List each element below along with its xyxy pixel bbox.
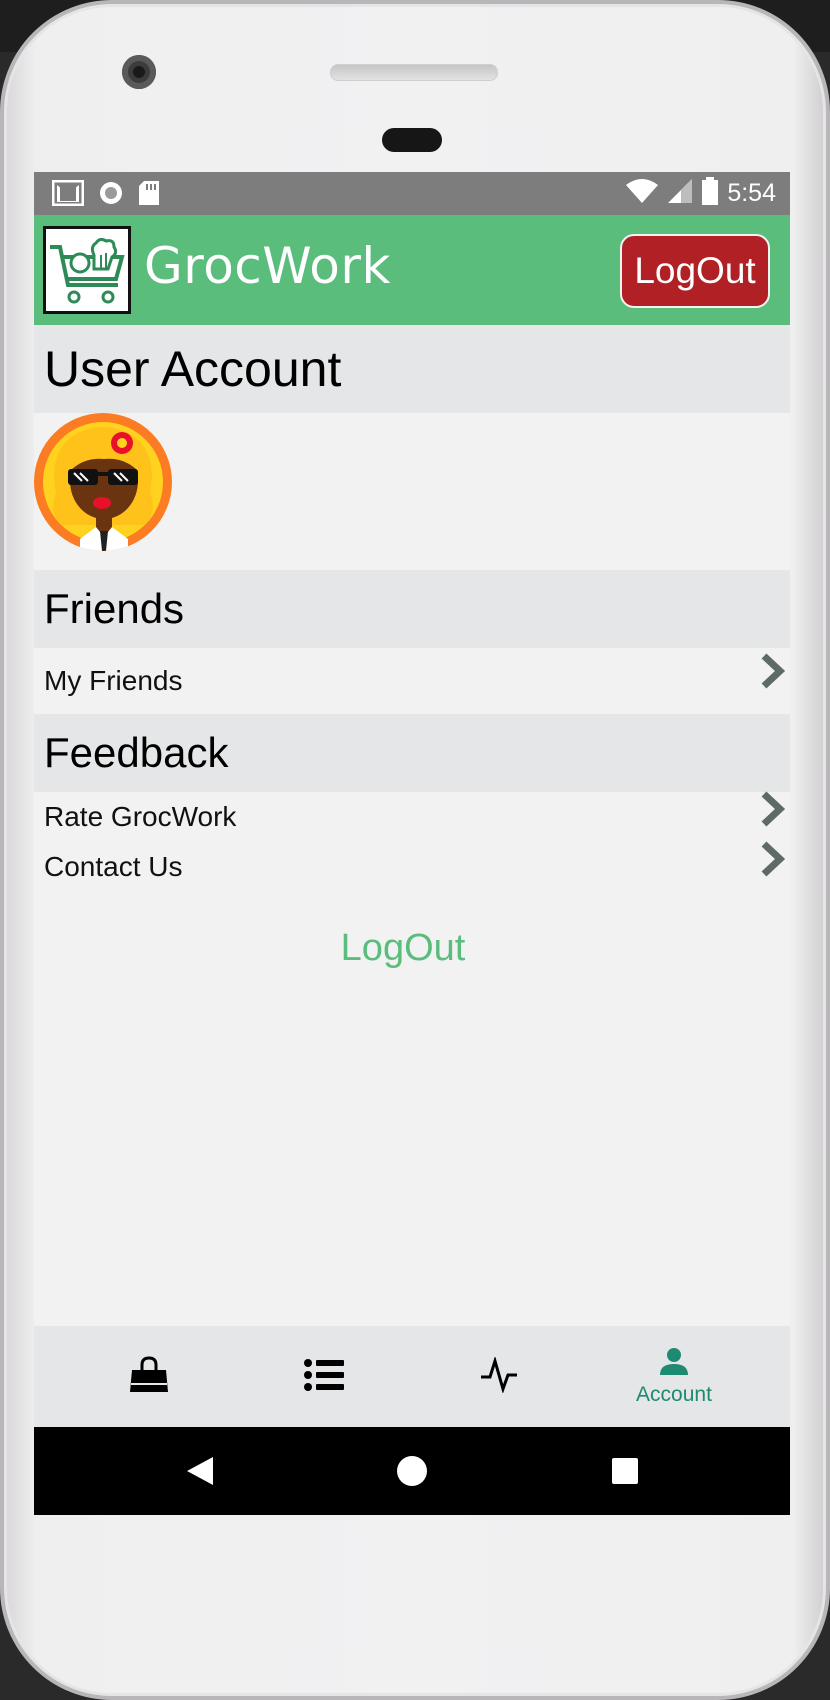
user-account-heading: User Account [34,325,790,413]
chevron-right-icon [758,840,786,894]
wifi-icon [625,178,659,208]
sd-card-icon [138,180,160,210]
avatar-section [34,413,790,570]
system-navigation-bar [34,1427,790,1515]
status-time: 5:54 [727,178,776,207]
nav-account[interactable]: Account [599,1326,749,1427]
nav-account-label: Account [636,1382,712,1406]
gmail-icon [51,179,85,210]
circle-icon [98,180,124,210]
bottom-navigation: Account [34,1326,790,1427]
battery-icon [701,177,719,209]
shopping-bag-icon [129,1355,169,1398]
my-friends-item[interactable]: My Friends [34,648,790,714]
chevron-right-icon [758,790,786,844]
earpiece-speaker [330,64,498,81]
logout-link[interactable]: LogOut [34,927,772,970]
rate-grocwork-item[interactable]: Rate GrocWork [34,790,790,844]
front-camera [122,55,156,89]
recents-icon[interactable] [585,1427,665,1515]
back-icon[interactable] [160,1427,240,1515]
nav-activity[interactable] [424,1326,574,1427]
contact-us-label: Contact Us [44,851,183,882]
logout-button[interactable]: LogOut [620,234,770,308]
person-icon [659,1347,689,1379]
cart-logo-icon [43,226,131,314]
chevron-right-icon [758,648,786,714]
home-icon[interactable] [372,1427,452,1515]
my-friends-label: My Friends [44,665,183,696]
friends-heading: Friends [34,570,790,648]
feedback-heading: Feedback [34,714,790,792]
status-bar: 5:54 [34,172,790,215]
rate-grocwork-label: Rate GrocWork [44,801,237,832]
list-icon [304,1358,344,1395]
app-bar: GrocWork LogOut [34,215,790,325]
app-screen: 5:54 GrocWork LogOut User Account Friend… [34,172,790,1515]
app-title: GrocWork [144,237,391,295]
activity-icon [480,1355,518,1397]
contact-us-item[interactable]: Contact Us [34,840,790,894]
avatar[interactable] [34,413,172,551]
nav-list[interactable] [249,1326,399,1427]
cell-signal-icon [667,178,693,208]
phone-frame: 5:54 GrocWork LogOut User Account Friend… [0,0,830,1700]
nav-shop[interactable] [74,1326,224,1427]
proximity-sensor [382,128,442,152]
